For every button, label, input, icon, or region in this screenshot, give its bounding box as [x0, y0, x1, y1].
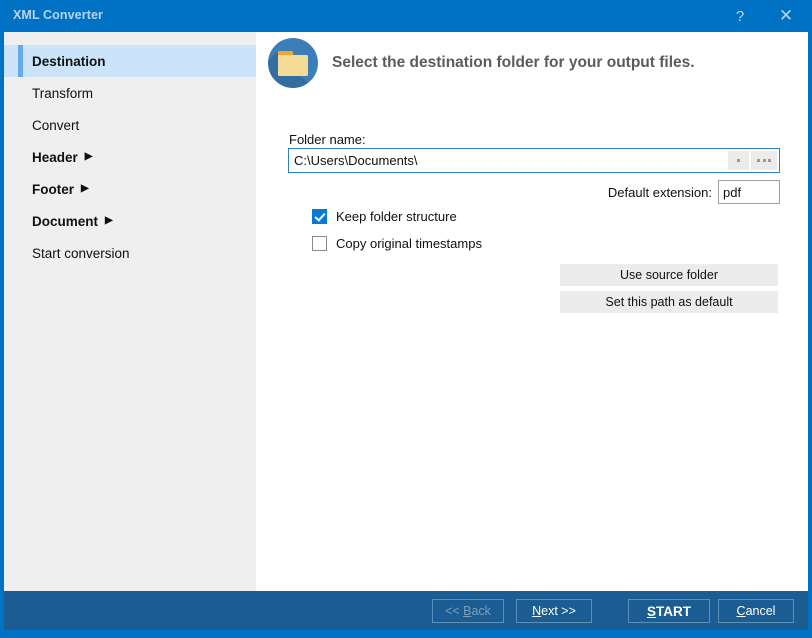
folder-icon-body: [278, 55, 308, 76]
help-icon[interactable]: ?: [718, 0, 762, 32]
copy-original-timestamps-checkbox[interactable]: Copy original timestamps: [312, 236, 482, 251]
set-path-as-default-button[interactable]: Set this path as default: [560, 291, 778, 313]
client-area: Destination Transform Convert Header ▶ F…: [4, 32, 808, 630]
chevron-right-icon: ▶: [81, 184, 89, 194]
cancel-button[interactable]: Cancel: [718, 599, 794, 623]
main-panel: Select the destination folder for your o…: [256, 32, 808, 591]
chevron-right-icon: ▶: [105, 216, 113, 226]
checkbox-box-unchecked[interactable]: [312, 236, 327, 251]
sidebar-item-start-conversion[interactable]: Start conversion: [4, 237, 256, 269]
sidebar-item-document[interactable]: Document ▶: [4, 205, 256, 237]
checkbox-label: Copy original timestamps: [336, 236, 482, 251]
sidebar-item-label: Start conversion: [32, 246, 130, 261]
page-title: Select the destination folder for your o…: [332, 54, 695, 72]
checkbox-label: Keep folder structure: [336, 209, 457, 224]
window-title: XML Converter: [13, 8, 103, 22]
panel-header: Select the destination folder for your o…: [268, 38, 695, 88]
sidebar-item-header[interactable]: Header ▶: [4, 141, 256, 173]
keep-folder-structure-checkbox[interactable]: Keep folder structure: [312, 209, 457, 224]
sidebar: Destination Transform Convert Header ▶ F…: [4, 32, 256, 591]
sidebar-item-transform[interactable]: Transform: [4, 77, 256, 109]
sidebar-item-label: Convert: [32, 118, 79, 133]
default-extension-input[interactable]: [718, 180, 780, 204]
back-button-label: B: [463, 604, 471, 618]
application-window: XML Converter ? ✕ Destination Transform …: [0, 0, 812, 638]
cancel-button-mnemonic: C: [737, 604, 746, 618]
sidebar-item-convert[interactable]: Convert: [4, 109, 256, 141]
sidebar-top-spacer: [4, 32, 256, 45]
next-button[interactable]: Next >>: [516, 599, 592, 623]
sidebar-item-destination[interactable]: Destination: [4, 45, 256, 77]
folder-path-field[interactable]: [288, 148, 780, 173]
sidebar-item-footer[interactable]: Footer ▶: [4, 173, 256, 205]
ellipsis-icon[interactable]: [751, 151, 777, 170]
footer-bar: << Back Next >> START Cancel: [4, 591, 808, 630]
start-button-mnemonic: S: [647, 604, 656, 619]
chevron-right-icon: ▶: [85, 152, 93, 162]
default-extension-label: Default extension:: [600, 185, 712, 200]
checkbox-box-checked[interactable]: [312, 209, 327, 224]
next-button-mnemonic: N: [532, 604, 541, 618]
use-source-folder-button[interactable]: Use source folder: [560, 264, 778, 286]
single-dot-icon[interactable]: [728, 151, 749, 170]
sidebar-item-label: Document: [32, 214, 98, 229]
back-button[interactable]: << Back: [432, 599, 504, 623]
folder-icon: [268, 38, 318, 88]
sidebar-item-label: Header: [32, 150, 78, 165]
folder-path-input[interactable]: [289, 149, 728, 172]
sidebar-item-label: Destination: [32, 54, 106, 69]
title-bar: XML Converter ? ✕: [0, 0, 812, 32]
folder-name-label: Folder name:: [289, 132, 366, 147]
sidebar-item-label: Footer: [32, 182, 74, 197]
start-button[interactable]: START: [628, 599, 710, 623]
sidebar-item-label: Transform: [32, 86, 93, 101]
close-icon[interactable]: ✕: [764, 0, 808, 32]
